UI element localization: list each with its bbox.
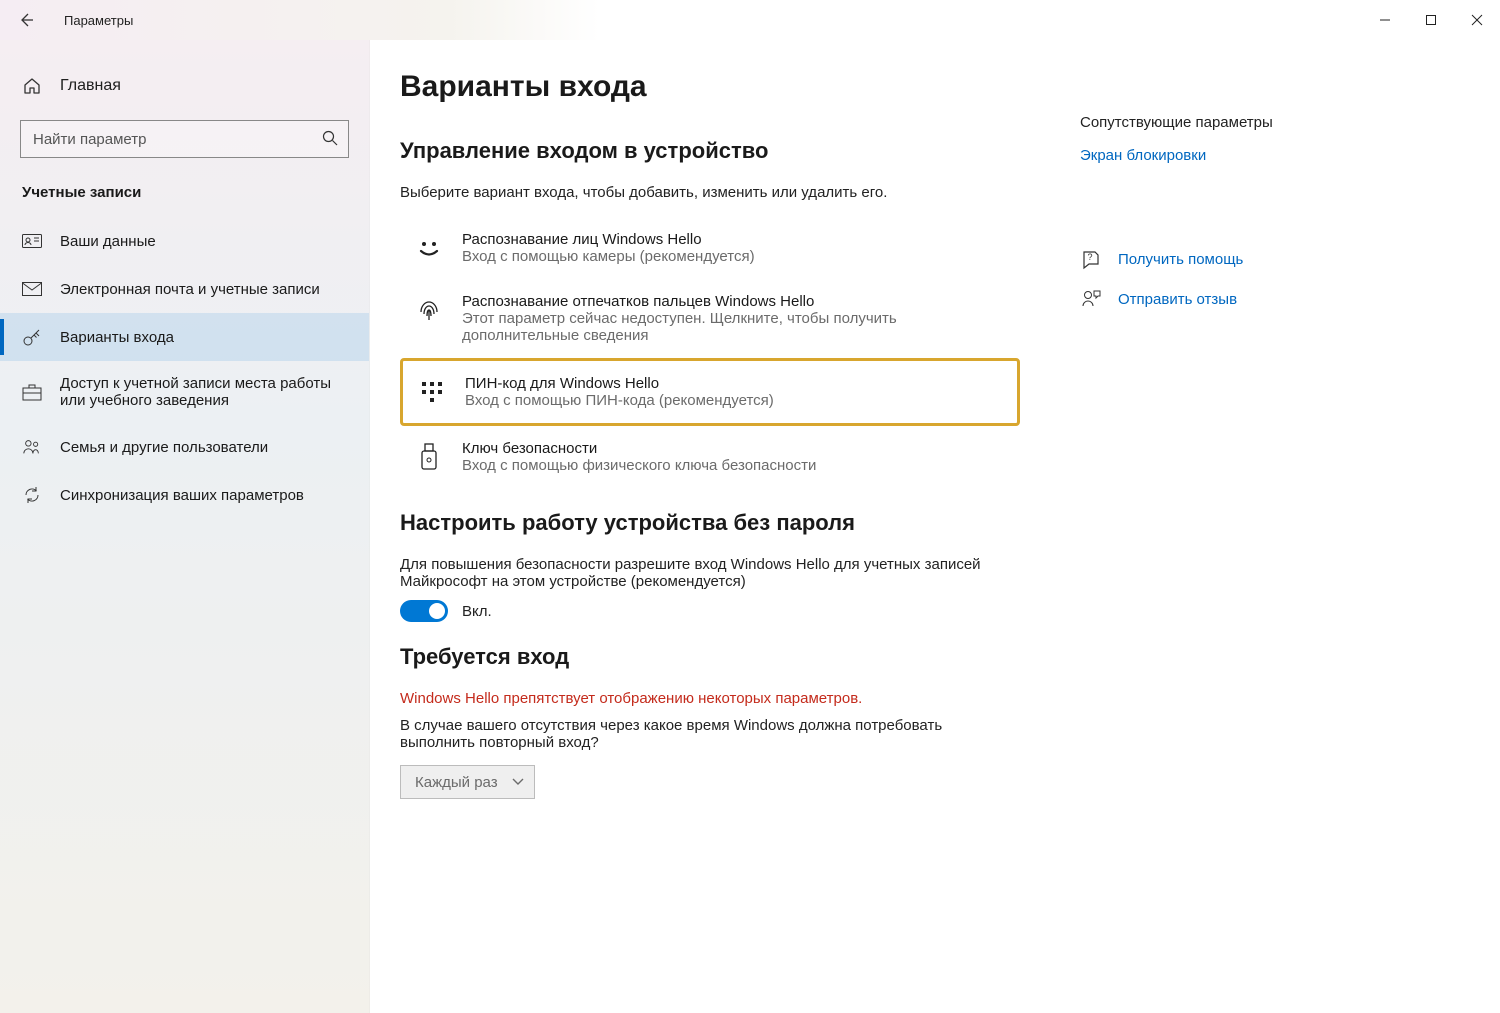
close-button[interactable] — [1454, 4, 1500, 36]
usb-key-icon — [414, 442, 444, 472]
option-desc: Вход с помощью камеры (рекомендуется) — [462, 248, 755, 265]
category-heading: Учетные записи — [0, 180, 369, 217]
passwordless-heading: Настроить работу устройства без пароля — [400, 510, 1020, 536]
content-column: Варианты входа Управление входом в устро… — [400, 70, 1020, 953]
dropdown-value: Каждый раз — [415, 774, 498, 791]
feedback-icon — [1080, 288, 1102, 310]
sidebar-item-family[interactable]: Семья и другие пользователи — [0, 423, 369, 471]
toggle-label: Вкл. — [462, 603, 492, 620]
maximize-button[interactable] — [1408, 4, 1454, 36]
passwordless-lead: Для повышения безопасности разрешите вхо… — [400, 556, 1020, 590]
sidebar-item-email-accounts[interactable]: Электронная почта и учетные записи — [0, 265, 369, 313]
main-pane: Варианты входа Управление входом в устро… — [370, 40, 1500, 1013]
keypad-icon — [417, 377, 447, 407]
home-icon — [22, 76, 42, 96]
back-button[interactable] — [12, 6, 40, 34]
option-security-key[interactable]: Ключ безопасности Вход с помощью физичес… — [400, 426, 1020, 488]
require-warning: Windows Hello препятствует отображению н… — [400, 690, 1020, 707]
require-signin-heading: Требуется вход — [400, 644, 1020, 670]
option-desc: Вход с помощью ПИН-кода (рекомендуется) — [465, 392, 774, 409]
sidebar-item-sync[interactable]: Синхронизация ваших параметров — [0, 471, 369, 519]
id-card-icon — [22, 231, 42, 251]
sync-icon — [22, 485, 42, 505]
option-fingerprint[interactable]: Распознавание отпечатков пальцев Windows… — [400, 279, 1020, 358]
manage-signin-heading: Управление входом в устройство — [400, 138, 1020, 164]
sidebar-item-label: Синхронизация ваших параметров — [60, 487, 304, 504]
option-pin[interactable]: ПИН-код для Windows Hello Вход с помощью… — [400, 358, 1020, 426]
face-icon — [414, 233, 444, 263]
require-signin-dropdown[interactable]: Каждый раз — [400, 765, 535, 799]
sidebar-item-label: Семья и другие пользователи — [60, 439, 268, 456]
home-label: Главная — [60, 77, 121, 95]
svg-text:?: ? — [1087, 252, 1092, 262]
option-title: Распознавание отпечатков пальцев Windows… — [462, 293, 1004, 310]
sidebar-item-label: Ваши данные — [60, 233, 156, 250]
passwordless-toggle[interactable] — [400, 600, 448, 622]
feedback-label: Отправить отзыв — [1118, 291, 1237, 308]
page-title: Варианты входа — [400, 70, 1020, 104]
get-help-link[interactable]: ? Получить помощь — [1080, 248, 1340, 270]
related-heading: Сопутствующие параметры — [1080, 114, 1340, 131]
sidebar-item-sign-in-options[interactable]: Варианты входа — [0, 313, 369, 361]
close-icon — [1471, 14, 1483, 26]
home-nav-item[interactable]: Главная — [0, 66, 369, 106]
option-desc: Этот параметр сейчас недоступен. Щелкнит… — [462, 310, 1004, 344]
option-title: Ключ безопасности — [462, 440, 816, 457]
chevron-down-icon — [512, 778, 524, 786]
sidebar-item-label: Электронная почта и учетные записи — [60, 281, 320, 298]
fingerprint-icon — [414, 295, 444, 325]
manage-signin-lead: Выберите вариант входа, чтобы добавить, … — [400, 184, 1020, 201]
aside-column: Сопутствующие параметры Экран блокировки… — [1080, 70, 1340, 953]
sidebar-item-label: Варианты входа — [60, 329, 174, 346]
title-bar: Параметры — [0, 0, 1500, 40]
mail-icon — [22, 279, 42, 299]
search-icon — [321, 129, 339, 147]
option-title: Распознавание лиц Windows Hello — [462, 231, 755, 248]
maximize-icon — [1425, 14, 1437, 26]
search-input[interactable] — [20, 120, 349, 158]
minimize-icon — [1379, 14, 1391, 26]
help-label: Получить помощь — [1118, 251, 1243, 268]
key-icon — [22, 327, 42, 347]
minimize-button[interactable] — [1362, 4, 1408, 36]
search-field-wrap — [20, 120, 349, 158]
option-title: ПИН-код для Windows Hello — [465, 375, 774, 392]
sidebar-item-your-info[interactable]: Ваши данные — [0, 217, 369, 265]
sidebar-item-work-school[interactable]: Доступ к учетной записи места работы или… — [0, 361, 369, 423]
people-icon — [22, 437, 42, 457]
send-feedback-link[interactable]: Отправить отзыв — [1080, 288, 1340, 310]
sidebar-item-label: Доступ к учетной записи места работы или… — [60, 375, 347, 409]
window-controls — [1362, 4, 1500, 36]
option-desc: Вход с помощью физического ключа безопас… — [462, 457, 816, 474]
passwordless-toggle-row: Вкл. — [400, 600, 1020, 622]
arrow-left-icon — [18, 12, 34, 28]
briefcase-icon — [22, 382, 42, 402]
option-face[interactable]: Распознавание лиц Windows Hello Вход с п… — [400, 217, 1020, 279]
help-icon: ? — [1080, 248, 1102, 270]
sidebar: Главная Учетные записи Ваши данные Элект… — [0, 40, 370, 1013]
lock-screen-link[interactable]: Экран блокировки — [1080, 147, 1340, 164]
require-text: В случае вашего отсутствия через какое в… — [400, 717, 1020, 751]
window-title: Параметры — [64, 13, 133, 28]
